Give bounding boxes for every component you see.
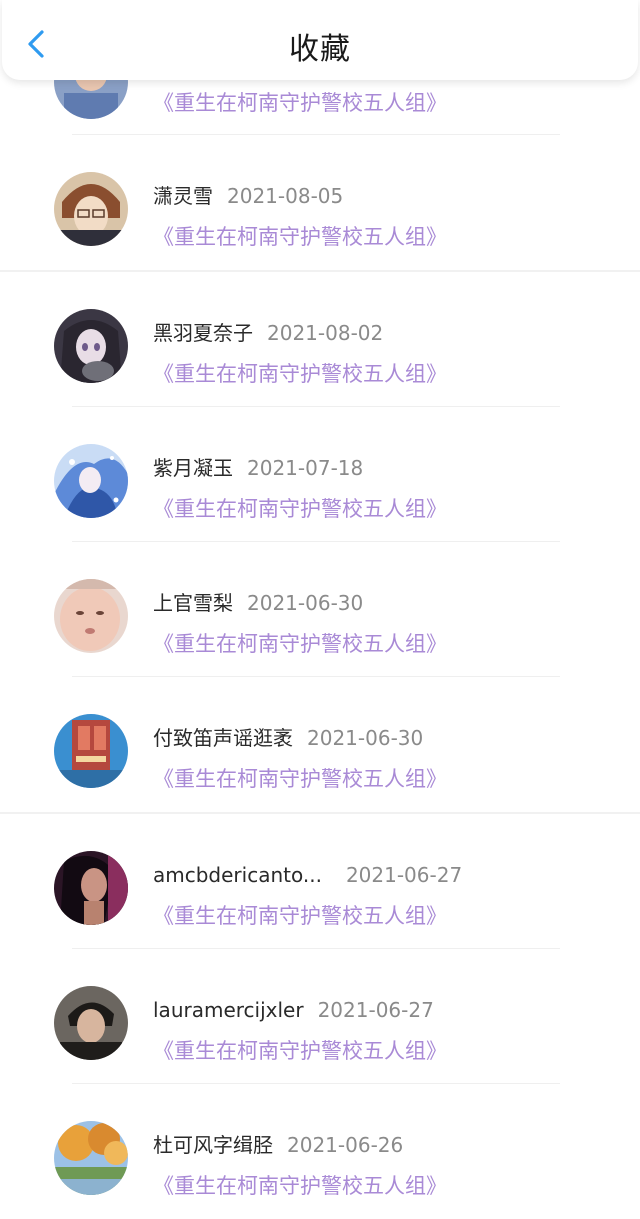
list-item[interactable]: lauramercijxler 2021-06-27 《重生在柯南守护警校五人组》	[0, 949, 640, 1084]
name-line: 付致笛声谣逛袤 2021-06-30	[153, 726, 423, 750]
book-title-link[interactable]: 《重生在柯南守护警校五人组》	[153, 903, 447, 929]
book-title-link[interactable]: 《重生在柯南守护警校五人组》	[153, 631, 447, 657]
name-line: amcbdericanto... 2021-06-27	[153, 863, 462, 887]
list-item[interactable]: 潇灵雪 2021-08-05 《重生在柯南守护警校五人组》	[0, 135, 640, 270]
name-line: 紫月凝玉 2021-07-18	[153, 456, 363, 480]
list-group: 黑羽夏奈子 2021-08-02 《重生在柯南守护警校五人组》 紫月凝玉 2021-…	[0, 272, 640, 812]
user-name[interactable]: 付致笛声谣逛袤	[153, 726, 293, 750]
avatar	[54, 986, 128, 1060]
date: 2021-08-02	[267, 321, 384, 345]
list-item[interactable]: amcbdericanto... 2021-06-27 《重生在柯南守护警校五人组…	[0, 814, 640, 949]
list-item[interactable]: 杜可风字缉胫 2021-06-26 《重生在柯南守护警校五人组》	[0, 1084, 640, 1219]
avatar	[54, 714, 128, 788]
list-item[interactable]: 付致笛声谣逛袤 2021-06-30 《重生在柯南守护警校五人组》	[0, 677, 640, 812]
avatar	[54, 444, 128, 518]
book-title-link[interactable]: 《重生在柯南守护警校五人组》	[153, 224, 447, 250]
book-title-link[interactable]: 《重生在柯南守护警校五人组》	[153, 361, 447, 387]
list-group: amcbdericanto... 2021-06-27 《重生在柯南守护警校五人组…	[0, 814, 640, 1219]
avatar	[54, 579, 128, 653]
book-title-link[interactable]: 《重生在柯南守护警校五人组》	[153, 1173, 447, 1199]
date: 2021-06-27	[317, 998, 434, 1022]
date: 2021-06-30	[247, 591, 364, 615]
book-title-link[interactable]: 《重生在柯南守护警校五人组》	[153, 90, 447, 116]
user-name[interactable]: 潇灵雪	[153, 184, 213, 208]
user-name[interactable]: 紫月凝玉	[153, 456, 233, 480]
date: 2021-06-26	[287, 1133, 404, 1157]
date: 2021-06-27	[345, 863, 463, 887]
user-name[interactable]: amcbdericanto...	[153, 863, 322, 887]
name-line: 上官雪梨 2021-06-30	[153, 591, 363, 615]
date: 2021-07-18	[247, 456, 364, 480]
book-title-link[interactable]: 《重生在柯南守护警校五人组》	[153, 1038, 447, 1064]
list-item[interactable]: 上官雪梨 2021-06-30 《重生在柯南守护警校五人组》	[0, 542, 640, 677]
list-item[interactable]: 黑羽夏奈子 2021-08-02 《重生在柯南守护警校五人组》	[0, 272, 640, 407]
page-title: 收藏	[289, 32, 351, 67]
date: 2021-08-05	[227, 184, 344, 208]
name-line: 黑羽夏奈子 2021-08-02	[153, 321, 383, 345]
name-line: lauramercijxler 2021-06-27	[153, 998, 434, 1022]
date: 2021-06-30	[307, 726, 424, 750]
avatar	[54, 172, 128, 246]
list-item[interactable]: 紫月凝玉 2021-07-18 《重生在柯南守护警校五人组》	[0, 407, 640, 542]
avatar	[54, 1121, 128, 1195]
avatar	[54, 309, 128, 383]
book-title-link[interactable]: 《重生在柯南守护警校五人组》	[153, 496, 447, 522]
user-name[interactable]: 黑羽夏奈子	[153, 321, 253, 345]
name-line: 杜可风字缉胫 2021-06-26	[153, 1133, 403, 1157]
name-line: 潇灵雪 2021-08-05	[153, 184, 343, 208]
user-name[interactable]: lauramercijxler	[153, 998, 304, 1022]
book-title-link[interactable]: 《重生在柯南守护警校五人组》	[153, 766, 447, 792]
avatar	[54, 851, 128, 925]
top-nav-bar: 收藏	[2, 0, 638, 80]
favorites-list: 《重生在柯南守护警校五人组》 潇灵雪 2021-08-05 《重生在柯南守护警校五…	[0, 0, 640, 1219]
user-name[interactable]: 杜可风字缉胫	[153, 1133, 273, 1157]
user-name[interactable]: 上官雪梨	[153, 591, 233, 615]
